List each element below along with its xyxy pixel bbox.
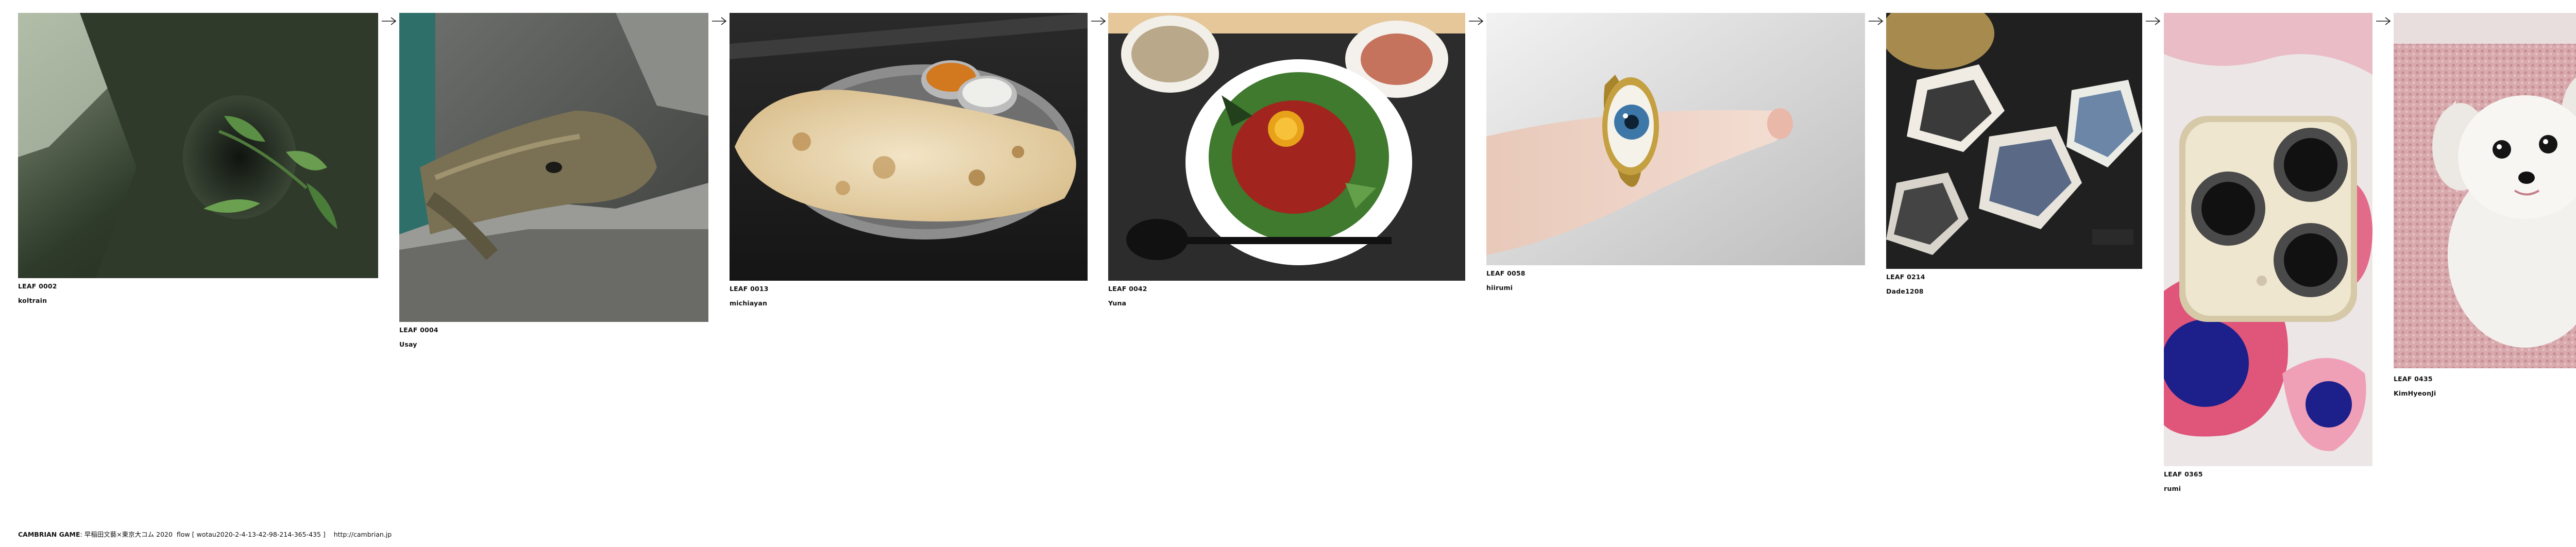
site-link[interactable]: http://cambrian.jp xyxy=(334,531,392,538)
leaf-photo-phone[interactable] xyxy=(2164,13,2372,466)
flow-arrow-icon xyxy=(2376,17,2391,25)
leaf-author[interactable]: koltrain xyxy=(18,297,47,305)
brand-separator: : xyxy=(80,531,84,538)
leaf-author[interactable]: hiirumi xyxy=(1486,284,1513,292)
leaf-author[interactable]: rumi xyxy=(2164,485,2181,493)
leaf-code: LEAF 0435 xyxy=(2394,375,2433,383)
leaf-code: LEAF 0002 xyxy=(18,282,57,290)
leaf-author[interactable]: Dade1208 xyxy=(1886,287,1924,296)
leaf-photo-food-bowl[interactable] xyxy=(1108,13,1465,281)
leaf-author[interactable]: KimHyeonJi xyxy=(2394,389,2436,398)
leaf-code: LEAF 0004 xyxy=(399,326,438,334)
flow-arrow-icon xyxy=(1869,17,1884,25)
leaf-photo-lizard[interactable] xyxy=(399,13,708,322)
flow-path: flow [ wotau2020-2-4-13-42-98-214-365-43… xyxy=(176,531,326,538)
leaf-code: LEAF 0013 xyxy=(730,285,769,293)
leaf-code: LEAF 0214 xyxy=(1886,273,1925,281)
footer: CAMBRIAN GAME: 早稲田文藝×東京大コム 2020 flow [ w… xyxy=(18,529,392,539)
flow-arrow-icon xyxy=(2146,17,2161,25)
brand-name: CAMBRIAN GAME xyxy=(18,531,80,538)
leaf-photo-dog[interactable] xyxy=(2394,13,2576,368)
flow-arrow-icon xyxy=(1091,17,1106,25)
leaf-code: LEAF 0058 xyxy=(1486,269,1526,277)
flow-arrow-icon xyxy=(382,17,397,25)
flow-arrow-icon xyxy=(712,17,727,25)
leaf-author[interactable]: Usay xyxy=(399,340,417,349)
leaf-author[interactable]: Yuna xyxy=(1108,299,1126,307)
leaf-author[interactable]: michiayan xyxy=(730,299,767,307)
leaf-photo-tree[interactable] xyxy=(18,13,378,278)
leaf-code: LEAF 0042 xyxy=(1108,285,1147,293)
leaf-photo-eye-ring[interactable] xyxy=(1486,13,1865,265)
leaf-code: LEAF 0365 xyxy=(2164,470,2203,478)
leaf-photo-naan[interactable] xyxy=(730,13,1088,281)
footer-credit: 早稲田文藝×東京大コム 2020 xyxy=(84,531,173,538)
flow-arrow-icon xyxy=(1469,17,1484,25)
leaf-photo-glasses[interactable] xyxy=(1886,13,2142,269)
